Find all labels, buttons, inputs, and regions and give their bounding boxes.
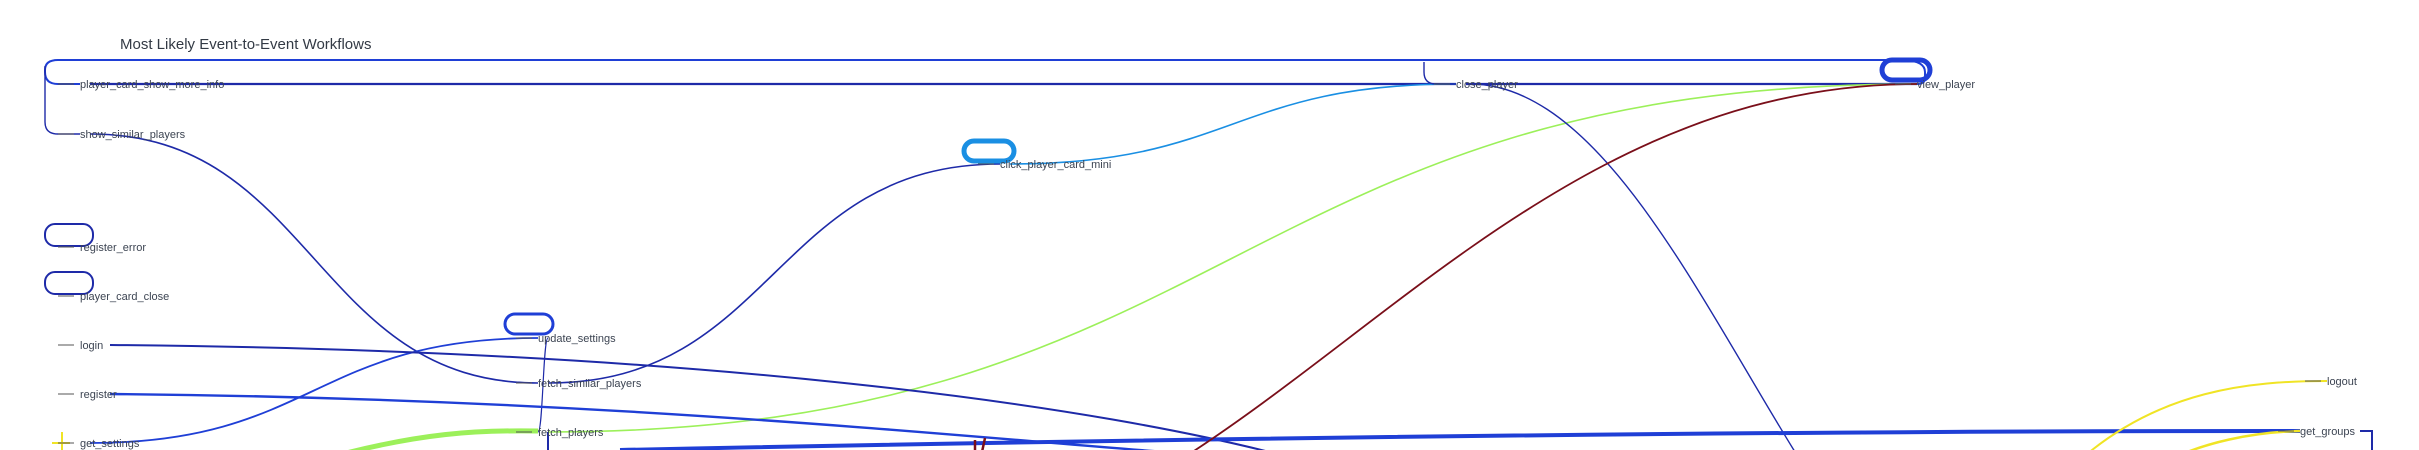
node-label-register[interactable]: register (80, 389, 117, 401)
edges-layer (89, 82, 2328, 450)
edge-fetch-players-to-get-groups (619, 429, 2301, 450)
node-label-update-settings[interactable]: update_settings (538, 333, 616, 345)
self-loop-click-player-card-mini (961, 138, 1017, 164)
edge-show-similar-bracket (44, 66, 80, 135)
workflow-diagram: Most Likely Event-to-Event Workflows pla… (44, 36, 2373, 450)
edge-get-groups-to-logout (2090, 380, 2328, 450)
edge-close-player-bracket (1423, 62, 1456, 85)
self-loop-update-settings (503, 312, 555, 336)
node-label-get-groups[interactable]: get_groups (2300, 426, 2356, 438)
node-label-click-player-card-mini[interactable]: click_player_card_mini (1000, 159, 1111, 171)
node-label-fetch-similar-players[interactable]: fetch_similar_players (538, 378, 642, 390)
edge-get-groups-bracket (2360, 430, 2373, 450)
self-loop-view-player (1879, 57, 1933, 83)
edge-fetch-similar-players-to-click-player-card-mini (547, 163, 1001, 384)
edge-to-view-player-maroon (1193, 83, 1918, 450)
node-label-player-card-show-more-info[interactable]: player_card_show_more_info (80, 79, 224, 91)
edge-yellow-get-groups (2189, 429, 2301, 450)
edge-fetch-players-to-view-player (547, 83, 1918, 433)
node-label-player-card-close[interactable]: player_card_close (80, 291, 169, 303)
node-label-show-similar-players[interactable]: show_similar_players (80, 129, 186, 141)
edge-get-settings-to-fetch-players (348, 428, 539, 450)
edge-close-player-to-get-groups (1469, 83, 1795, 450)
node-label-login[interactable]: login (80, 340, 103, 352)
edge-get-settings-to-update-settings (89, 337, 539, 444)
node-label-close-player[interactable]: close_player (1456, 79, 1518, 91)
diagram-title: Most Likely Event-to-Event Workflows (120, 36, 371, 53)
edge-click-player-card-mini-to-close-player (1009, 83, 1457, 165)
node-label-register-error[interactable]: register_error (80, 242, 146, 254)
node-labels-layer: player_card_show_more_info show_similar_p… (58, 79, 2357, 450)
self-loops-layer (44, 57, 2373, 450)
node-label-view-player[interactable]: view_player (1917, 79, 1975, 91)
edge-get-settings-yellow-tick (52, 432, 70, 450)
edge-loop-top-bracket (44, 59, 1926, 85)
node-label-fetch-players[interactable]: fetch_players (538, 427, 604, 439)
node-label-logout[interactable]: logout (2327, 376, 2357, 388)
node-label-get-settings[interactable]: get_settings (80, 438, 140, 450)
